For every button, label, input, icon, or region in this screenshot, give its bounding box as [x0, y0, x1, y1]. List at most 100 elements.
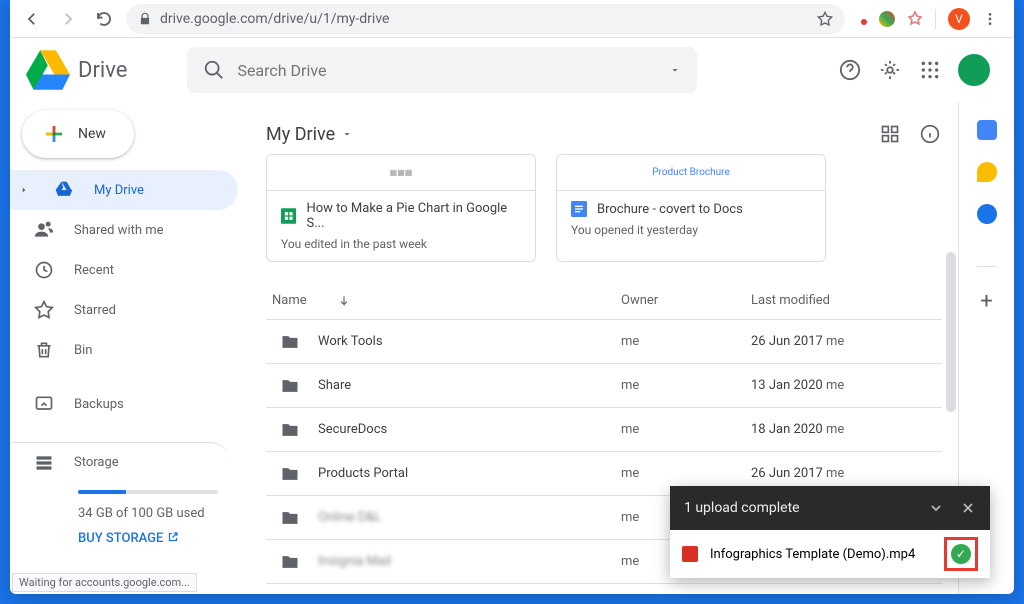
folder-icon	[280, 508, 300, 528]
keep-addon-icon[interactable]	[977, 162, 997, 182]
tasks-addon-icon[interactable]	[977, 204, 997, 224]
sidebar-item-my-drive[interactable]: My Drive	[10, 170, 238, 210]
file-name: Share	[318, 378, 351, 393]
nav-forward-button[interactable]	[54, 5, 82, 33]
col-header-owner[interactable]: Owner	[621, 293, 751, 308]
apps-button[interactable]	[918, 58, 942, 82]
reload-button[interactable]	[90, 5, 118, 33]
file-name: Products Portal	[318, 466, 408, 481]
browser-toolbar: drive.google.com/drive/u/1/my-drive V	[10, 0, 1014, 38]
file-owner: me	[621, 466, 751, 481]
file-name: SecureDocs	[318, 422, 387, 437]
folder-icon	[280, 464, 300, 484]
file-name: Work Tools	[318, 334, 383, 349]
url-text: drive.google.com/drive/u/1/my-drive	[160, 11, 389, 27]
sidebar-item-backups[interactable]: Backups	[10, 384, 238, 424]
new-button-label: New	[78, 126, 106, 142]
divider	[977, 266, 997, 267]
folder-icon	[280, 552, 300, 572]
search-dropdown-icon[interactable]	[669, 64, 681, 76]
browser-menu-icon[interactable]	[982, 11, 998, 27]
file-owner: me	[621, 334, 751, 349]
card-preview: ▦▦▦	[267, 155, 535, 191]
upload-item[interactable]: Infographics Template (Demo).mp4 ✓	[670, 530, 990, 578]
folder-icon	[280, 332, 300, 352]
search-bar[interactable]	[187, 47, 697, 93]
upload-status-text: 1 upload complete	[684, 500, 800, 516]
folder-icon	[280, 420, 300, 440]
table-header: Name Owner Last modified	[266, 282, 942, 320]
close-icon[interactable]	[960, 500, 976, 516]
sidebar-item-label: Recent	[74, 263, 114, 278]
sidebar-item-label: Shared with me	[74, 223, 164, 238]
address-bar[interactable]: drive.google.com/drive/u/1/my-drive	[126, 4, 845, 34]
profile-avatar-browser[interactable]: V	[948, 8, 970, 30]
video-file-icon	[682, 546, 698, 562]
calendar-addon-icon[interactable]	[977, 120, 997, 140]
new-button[interactable]: New	[22, 110, 134, 158]
breadcrumb-label: My Drive	[266, 124, 335, 145]
star-icon[interactable]	[817, 11, 833, 27]
buy-storage-link[interactable]: BUY STORAGE	[78, 531, 179, 546]
ext-icon-1[interactable]	[861, 19, 867, 25]
browser-status-text: Waiting for accounts.google.com...	[12, 573, 197, 592]
chevron-down-icon	[341, 128, 353, 140]
trash-icon	[34, 340, 54, 360]
nav-back-button[interactable]	[18, 5, 46, 33]
ext-icon-3[interactable]	[907, 11, 923, 27]
drive-logo	[26, 50, 70, 90]
storage-progress	[78, 490, 218, 494]
file-modified: 13 Jan 2020 me	[751, 378, 942, 393]
table-row[interactable]: Work Toolsme26 Jun 2017 me	[266, 320, 942, 364]
upload-toast: 1 upload complete Infographics Template …	[670, 486, 990, 578]
backup-icon	[34, 394, 54, 414]
chevron-down-icon[interactable]	[928, 500, 944, 516]
arrow-down-icon	[337, 294, 351, 308]
sidebar: New My Drive Shared with me Recent Starr…	[10, 102, 250, 594]
storage-used-text: 34 GB of 100 GB used	[78, 506, 250, 521]
settings-button[interactable]	[878, 58, 902, 82]
file-modified: 18 Jan 2020 me	[751, 422, 942, 437]
sidebar-item-label: Bin	[74, 343, 92, 358]
help-button[interactable]	[838, 58, 862, 82]
sidebar-item-recent[interactable]: Recent	[10, 250, 238, 290]
view-grid-button[interactable]	[878, 122, 902, 146]
suggestion-card[interactable]: ▦▦▦ How to Make a Pie Chart in Google S.…	[266, 154, 536, 262]
check-icon: ✓	[951, 544, 971, 564]
buy-storage-label: BUY STORAGE	[78, 531, 163, 546]
divider	[935, 9, 936, 29]
external-link-icon	[167, 531, 179, 543]
info-button[interactable]	[918, 122, 942, 146]
sidebar-item-shared[interactable]: Shared with me	[10, 210, 238, 250]
table-row[interactable]: SecureDocsme18 Jan 2020 me	[266, 408, 942, 452]
sidebar-item-bin[interactable]: Bin	[10, 330, 238, 370]
upload-filename: Infographics Template (Demo).mp4	[710, 547, 915, 562]
scrollbar[interactable]	[946, 252, 956, 412]
sidebar-item-label: Storage	[74, 455, 119, 470]
app-header: Drive	[10, 38, 1014, 102]
people-icon	[34, 220, 54, 240]
sheets-icon	[281, 208, 296, 224]
sort-arrow-icon	[315, 294, 329, 308]
file-name: Insignia Mail	[318, 554, 391, 569]
app-name: Drive	[78, 58, 127, 83]
file-name: Online D&L	[318, 510, 381, 525]
lock-icon	[138, 12, 152, 26]
docs-icon	[571, 201, 587, 217]
search-input[interactable]	[237, 61, 657, 80]
suggestion-card[interactable]: Product Brochure Brochure - covert to Do…	[556, 154, 826, 262]
col-header-modified[interactable]: Last modified	[751, 293, 942, 308]
sidebar-item-storage[interactable]: Storage	[10, 442, 230, 482]
sidebar-item-starred[interactable]: Starred	[10, 290, 238, 330]
breadcrumb[interactable]: My Drive	[266, 124, 353, 145]
sidebar-item-label: My Drive	[94, 183, 144, 198]
table-row[interactable]: Shareme13 Jan 2020 me	[266, 364, 942, 408]
chevron-right-icon	[18, 185, 30, 195]
col-header-name[interactable]: Name	[266, 293, 621, 308]
card-preview: Product Brochure	[557, 155, 825, 191]
file-modified: 26 Jun 2017 me	[751, 466, 942, 481]
profile-avatar[interactable]	[958, 54, 990, 86]
drive-icon	[54, 180, 74, 200]
ext-icon-2[interactable]	[879, 11, 895, 27]
add-addon-button[interactable]: +	[980, 289, 992, 314]
